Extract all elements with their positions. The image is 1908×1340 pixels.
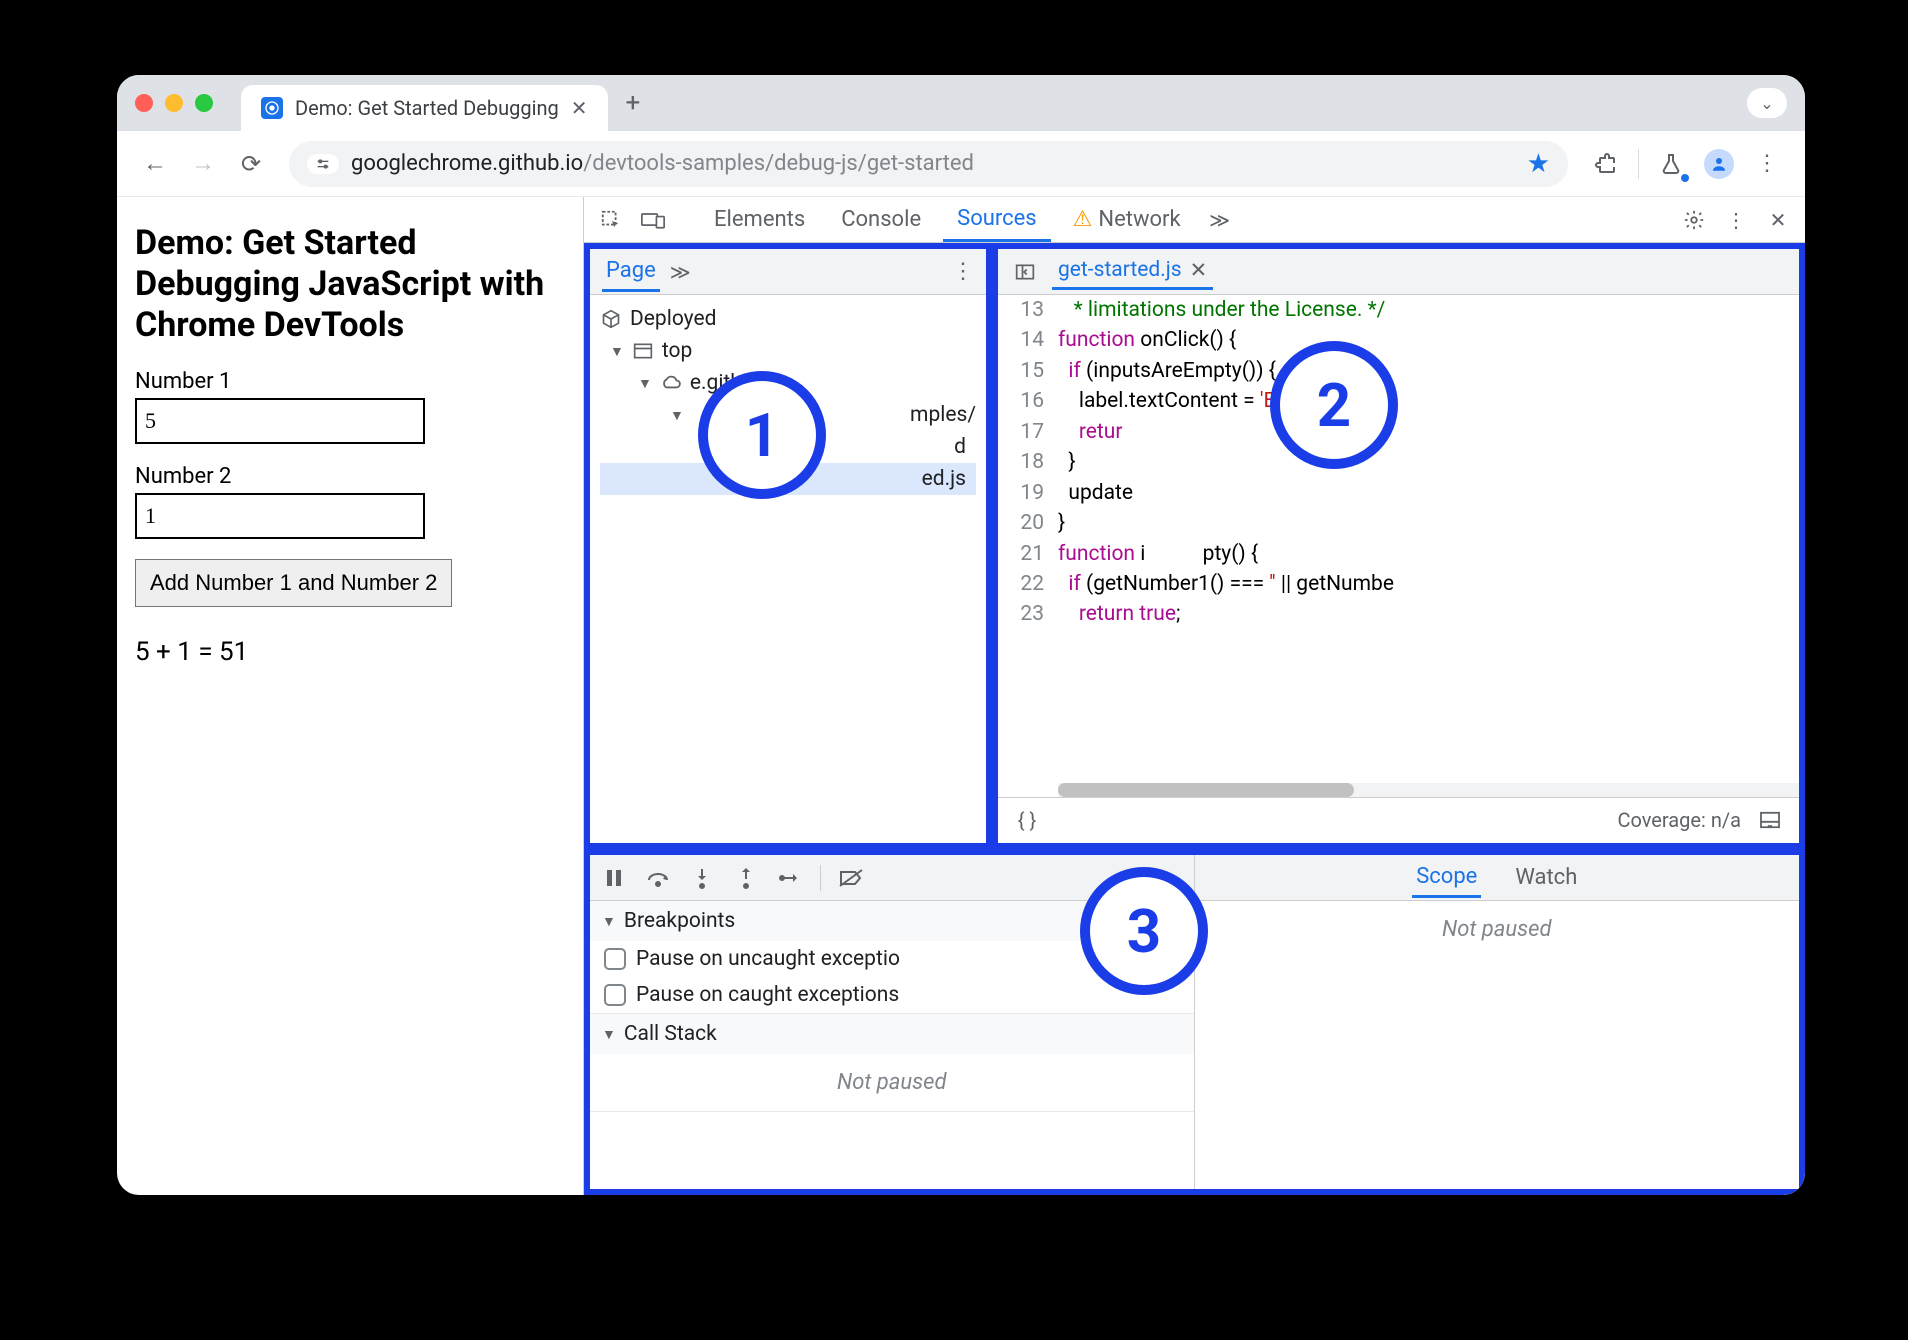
tab-console[interactable]: Console [827, 199, 935, 240]
tab-elements[interactable]: Elements [700, 199, 819, 240]
titlebar: Demo: Get Started Debugging ✕ + ⌄ [117, 75, 1805, 131]
close-window-button[interactable] [135, 94, 153, 112]
tree-top[interactable]: ▼ top [600, 335, 976, 367]
chrome-menu-icon[interactable]: ⋮ [1747, 144, 1787, 184]
editor-pane: get-started.js ✕ 13 * limitations under … [992, 243, 1805, 849]
tab-favicon [261, 97, 283, 119]
new-tab-button[interactable]: + [626, 88, 641, 118]
callstack-section: ▼Call Stack Not paused [590, 1014, 1194, 1112]
editor-tabbar: get-started.js ✕ [998, 249, 1799, 295]
devtools-menu-icon[interactable]: ⋮ [1719, 203, 1753, 237]
window-icon [632, 340, 654, 362]
back-button[interactable]: ← [135, 144, 175, 184]
reload-button[interactable]: ⟳ [231, 144, 271, 184]
devtools-tabbar: Elements Console Sources Network ≫ ⋮ ✕ [584, 197, 1805, 243]
show-coverage-icon[interactable] [1753, 803, 1787, 837]
tree-deployed[interactable]: Deployed [600, 303, 976, 335]
step-over-icon[interactable] [644, 864, 672, 892]
num1-input[interactable] [135, 398, 425, 444]
navigator-more-icon[interactable]: ≫ [670, 260, 691, 284]
device-toggle-icon[interactable] [636, 203, 670, 237]
close-tab-icon[interactable]: ✕ [571, 96, 588, 120]
horizontal-scrollbar[interactable] [1058, 783, 1799, 797]
deactivate-breakpoints-icon[interactable] [837, 864, 865, 892]
devtools-body: Page ≫ ⋮ Deployed ▼ top [584, 243, 1805, 1195]
forward-button[interactable]: → [183, 144, 223, 184]
num1-label: Number 1 [135, 369, 565, 394]
num2-label: Number 2 [135, 464, 565, 489]
navigator-overflow-icon[interactable]: ⋮ [952, 259, 974, 284]
scope-not-paused: Not paused [1195, 901, 1800, 958]
bookmark-star-icon[interactable]: ★ [1527, 149, 1550, 179]
demo-page: Demo: Get Started Debugging JavaScript w… [117, 197, 583, 1195]
settings-gear-icon[interactable] [1677, 203, 1711, 237]
watch-tab[interactable]: Watch [1511, 859, 1581, 896]
code-editor[interactable]: 13 * limitations under the License. */14… [998, 295, 1799, 797]
traffic-lights [135, 94, 213, 112]
navigator-tabbar: Page ≫ ⋮ [590, 249, 986, 295]
site-settings-icon[interactable] [307, 154, 339, 174]
pause-caught-checkbox[interactable]: Pause on caught exceptions [590, 977, 1194, 1013]
callstack-not-paused: Not paused [590, 1054, 1194, 1111]
step-out-icon[interactable] [732, 864, 760, 892]
annotation-2: 2 [1270, 341, 1398, 469]
editor-filename: get-started.js [1058, 258, 1182, 282]
content-area: Demo: Get Started Debugging JavaScript w… [117, 197, 1805, 1195]
labs-icon[interactable] [1651, 144, 1691, 184]
toggle-navigator-icon[interactable] [1008, 255, 1042, 289]
cloud-icon [660, 372, 682, 394]
disclosure-icon: ▼ [610, 343, 624, 360]
disclosure-icon: ▼ [638, 375, 652, 392]
more-tabs-icon[interactable]: ≫ [1203, 203, 1237, 237]
scope-tabbar: Scope Watch [1195, 855, 1800, 901]
callstack-header[interactable]: ▼Call Stack [590, 1014, 1194, 1054]
navigator-tab-page[interactable]: Page [602, 252, 660, 292]
extensions-icon[interactable] [1586, 144, 1626, 184]
close-file-icon[interactable]: ✕ [1190, 258, 1208, 283]
minimize-window-button[interactable] [165, 94, 183, 112]
browser-window: Demo: Get Started Debugging ✕ + ⌄ ← → ⟳ … [117, 75, 1805, 1195]
close-devtools-icon[interactable]: ✕ [1761, 203, 1795, 237]
add-button[interactable]: Add Number 1 and Number 2 [135, 559, 452, 607]
coverage-label: Coverage: n/a [1617, 808, 1741, 832]
editor-footer: { } Coverage: n/a [998, 797, 1799, 841]
cube-icon [600, 308, 622, 330]
scope-tab[interactable]: Scope [1412, 858, 1481, 898]
toolbar-separator [1638, 149, 1639, 179]
annotation-3: 3 [1080, 867, 1208, 995]
tab-sources[interactable]: Sources [943, 198, 1051, 242]
step-into-icon[interactable] [688, 864, 716, 892]
num2-input[interactable] [135, 493, 425, 539]
disclosure-icon: ▼ [670, 407, 684, 424]
url-text: googlechrome.github.io/devtools-samples/… [351, 151, 1515, 176]
browser-tab[interactable]: Demo: Get Started Debugging ✕ [241, 85, 608, 131]
profile-button[interactable] [1699, 144, 1739, 184]
result-text: 5 + 1 = 51 [135, 637, 565, 667]
pretty-print-icon[interactable]: { } [1010, 803, 1044, 837]
editor-tab[interactable]: get-started.js ✕ [1052, 254, 1213, 290]
step-icon[interactable] [776, 864, 804, 892]
pause-button[interactable] [600, 864, 628, 892]
address-bar[interactable]: googlechrome.github.io/devtools-samples/… [289, 141, 1568, 187]
window-dropdown-icon[interactable]: ⌄ [1747, 88, 1787, 118]
debugger-right: Scope Watch Not paused [1195, 855, 1800, 1189]
tab-network[interactable]: Network [1059, 199, 1195, 240]
browser-toolbar: ← → ⟳ googlechrome.github.io/devtools-sa… [117, 131, 1805, 197]
annotation-1: 1 [698, 371, 826, 499]
page-heading: Demo: Get Started Debugging JavaScript w… [135, 223, 565, 345]
inspect-icon[interactable] [594, 203, 628, 237]
tab-title: Demo: Get Started Debugging [295, 96, 559, 120]
devtools-panel: Elements Console Sources Network ≫ ⋮ ✕ P… [583, 197, 1805, 1195]
debugger-pane: ▼Breakpoints Pause on uncaught exceptio … [584, 849, 1805, 1195]
navigator-pane: Page ≫ ⋮ Deployed ▼ top [584, 243, 992, 849]
maximize-window-button[interactable] [195, 94, 213, 112]
